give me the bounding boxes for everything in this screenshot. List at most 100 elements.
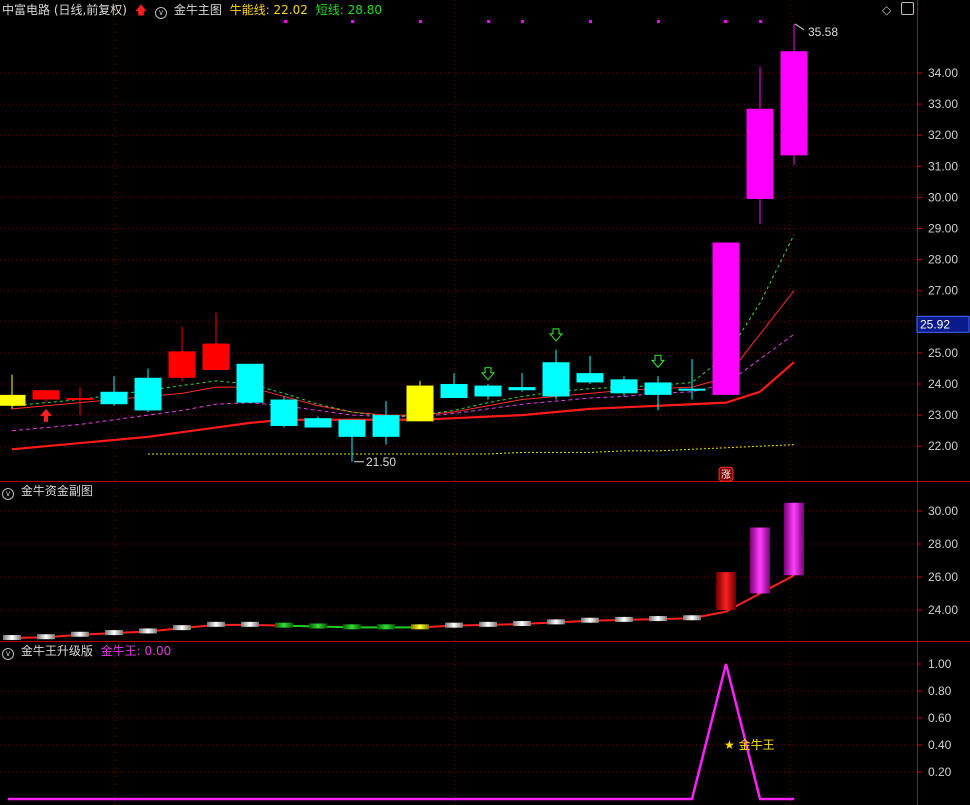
top-marker-dot [657, 20, 660, 23]
candle-body [372, 415, 400, 437]
king-tick-label: 0.60 [928, 711, 952, 725]
fund-marker [275, 622, 293, 628]
candle-body [202, 343, 230, 371]
top-marker-dot [521, 20, 524, 23]
short-line-label: 短线: [315, 3, 344, 17]
candle-body [712, 242, 740, 395]
diamond-icon[interactable]: ◇ [882, 3, 891, 17]
candle-body [474, 385, 502, 397]
chevron-down-in-circle-icon[interactable]: ∨ [2, 648, 14, 660]
stock-title[interactable]: 中富电路 (日线,前复权) [2, 3, 127, 17]
candle-body [610, 379, 638, 394]
fund-marker [343, 624, 361, 630]
fund-marker [547, 619, 565, 625]
king-tick-label: 1.00 [928, 657, 952, 671]
chevron-down-in-circle-icon[interactable]: ∨ [155, 7, 167, 19]
price-tick-label: 27.00 [928, 284, 958, 298]
fund-marker [411, 624, 429, 630]
bull-line-label: 牛能线: [229, 3, 270, 17]
low-price-label: 21.50 [366, 455, 396, 469]
candle-body [304, 418, 332, 428]
fund-marker [173, 625, 191, 631]
price-tick-label: 30.00 [928, 190, 958, 204]
fund-marker [139, 628, 157, 634]
short-line-value: 28.80 [347, 3, 382, 17]
candle-body [134, 377, 162, 411]
top-marker-dot [724, 20, 727, 23]
candle-body [678, 388, 706, 391]
candle-body [100, 391, 128, 405]
top-marker-dot [284, 20, 287, 23]
price-tick-label: 23.00 [928, 408, 958, 422]
top-marker-dot [351, 20, 354, 23]
price-tick-label: 31.00 [928, 159, 958, 173]
fund-marker [377, 624, 395, 630]
fund-marker [615, 616, 633, 622]
candle-body [338, 419, 366, 437]
price-tick-label: 25.00 [928, 346, 958, 360]
price-tick-label: 34.00 [928, 66, 958, 80]
candle-body [168, 351, 196, 378]
fund-bar [716, 572, 736, 610]
chevron-down-in-circle-icon[interactable]: ∨ [2, 488, 14, 500]
top-marker-dot [419, 20, 422, 23]
bull-line-value: 22.02 [273, 3, 308, 17]
candle-body [576, 373, 604, 383]
candle-body [542, 362, 570, 397]
fund-marker [479, 621, 497, 627]
king-series-label: 金牛王: [100, 644, 141, 658]
candle-body [508, 387, 536, 391]
fund-tick-label: 26.00 [928, 570, 958, 584]
fund-subchart-header: ∨ 金牛资金副图 [2, 482, 97, 500]
fund-marker [105, 630, 123, 636]
king-tick-label: 0.40 [928, 738, 952, 752]
king-series-value: 0.00 [144, 644, 172, 658]
price-tick-label: 24.00 [928, 377, 958, 391]
fund-marker [581, 617, 599, 623]
price-tick-label: 22.00 [928, 439, 958, 453]
fund-marker [683, 615, 701, 621]
chart-stage: 35.58 21.50 涨 ★ 金牛王 34.00 33.00 32.00 31.00 30… [0, 0, 970, 805]
fund-bar [750, 527, 770, 594]
price-tick-label: 29.00 [928, 222, 958, 236]
top-marker-dot [589, 20, 592, 23]
price-tick-label: 33.00 [928, 97, 958, 111]
price-tick-label: 28.00 [928, 253, 958, 267]
candle-body [32, 390, 60, 400]
fund-marker [71, 631, 89, 637]
top-marker-dot [487, 20, 490, 23]
main-chart-header: 中富电路 (日线,前复权) 🡅 ∨ 金牛主图 牛能线: 22.02 短线: 28… [2, 1, 386, 19]
fund-marker [207, 621, 225, 627]
king-annotation: ★ 金牛王 [724, 737, 775, 752]
candle-body [66, 397, 94, 400]
fund-tick-label: 30.00 [928, 504, 958, 518]
current-price-value: 25.92 [920, 317, 950, 331]
candle-body [406, 385, 434, 422]
fund-marker [3, 635, 21, 641]
fund-marker [241, 621, 259, 627]
candle-body [780, 51, 808, 156]
king-tick-label: 0.80 [928, 684, 952, 698]
window-icon[interactable] [901, 2, 914, 15]
fund-bar [784, 502, 804, 576]
price-tick-label: 32.00 [928, 128, 958, 142]
fund-tick-label: 24.00 [928, 603, 958, 617]
candle-body [746, 108, 774, 199]
fund-indicator-name[interactable]: 金牛资金副图 [21, 484, 93, 498]
limit-up-badge-text: 涨 [721, 469, 731, 481]
fund-marker [513, 621, 531, 627]
king-indicator-name[interactable]: 金牛王升级版 [21, 644, 93, 658]
candle-body [0, 394, 26, 406]
high-price-label: 35.58 [808, 25, 838, 39]
top-marker-dot [759, 20, 762, 23]
fund-tick-label: 28.00 [928, 537, 958, 551]
indicator-name[interactable]: 金牛主图 [174, 3, 222, 17]
fund-marker [37, 634, 55, 640]
red-up-arrow-icon: 🡅 [134, 3, 148, 17]
fund-marker [309, 623, 327, 629]
candle-body [236, 363, 264, 403]
fund-marker [445, 622, 463, 628]
fund-marker [649, 616, 667, 622]
candle-body [440, 384, 468, 398]
candle-body [270, 399, 298, 426]
